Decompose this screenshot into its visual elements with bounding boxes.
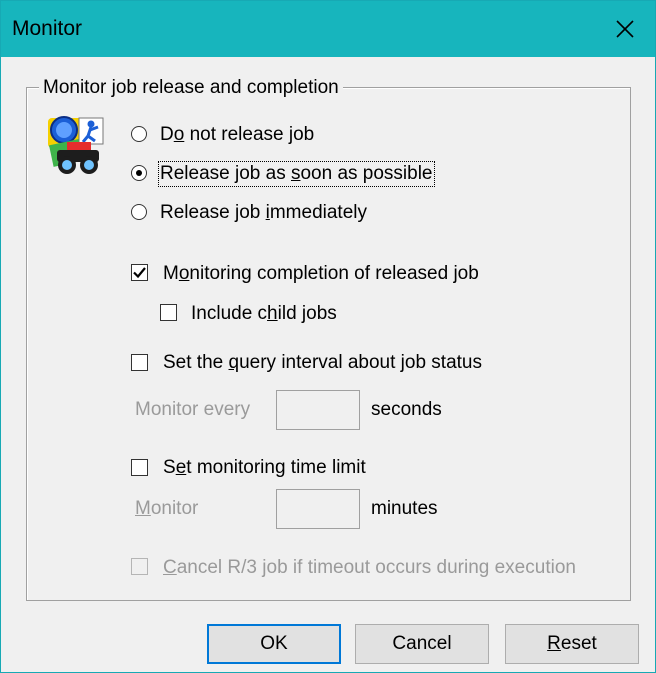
label-query-interval[interactable]: Set the query interval about job status — [163, 352, 482, 374]
label-minutes-unit: minutes — [371, 498, 438, 519]
label-seconds-unit: seconds — [371, 399, 442, 420]
radio-do-not-release[interactable] — [131, 126, 147, 142]
title-bar: Monitor — [1, 1, 655, 57]
checkbox-cancel-r3-job[interactable] — [131, 558, 148, 575]
group-legend: Monitor job release and completion — [39, 77, 343, 99]
checkbox-monitoring-completion[interactable] — [131, 264, 148, 281]
label-monitor-every: Monitor every — [135, 399, 251, 420]
input-monitor-minutes[interactable] — [276, 489, 360, 529]
input-monitor-every-seconds[interactable] — [276, 390, 360, 430]
radio-label-do-not-release[interactable]: Do not release job — [160, 124, 314, 146]
label-monitor-minutes: Monitor — [135, 498, 199, 519]
checkbox-query-interval[interactable] — [131, 354, 148, 371]
label-monitoring-completion[interactable]: Monitoring completion of released job — [163, 263, 479, 285]
close-icon — [616, 20, 634, 38]
label-include-child-jobs[interactable]: Include child jobs — [191, 303, 337, 325]
radio-label-release-asap[interactable]: Release job as soon as possible — [158, 161, 435, 187]
label-cancel-r3-job: Cancel R/3 job if timeout occurs during … — [163, 557, 576, 578]
label-time-limit[interactable]: Set monitoring time limit — [163, 457, 366, 479]
monitor-dialog: Monitor Monitor job release and completi… — [0, 0, 656, 673]
radio-release-immediately[interactable] — [131, 204, 147, 220]
job-monitor-logo-icon — [48, 116, 104, 174]
checkmark-icon — [133, 267, 146, 279]
radio-label-release-immediately[interactable]: Release job immediately — [160, 202, 367, 224]
reset-button[interactable]: Reset — [505, 624, 639, 664]
radio-release-asap[interactable] — [131, 165, 147, 181]
checkbox-time-limit[interactable] — [131, 459, 148, 476]
radio-selected-dot — [136, 170, 142, 176]
cancel-button[interactable]: Cancel — [355, 624, 489, 664]
close-button[interactable] — [595, 1, 655, 57]
window-title: Monitor — [12, 17, 83, 40]
checkbox-include-child-jobs[interactable] — [160, 304, 177, 321]
ok-button[interactable]: OK — [207, 624, 341, 664]
